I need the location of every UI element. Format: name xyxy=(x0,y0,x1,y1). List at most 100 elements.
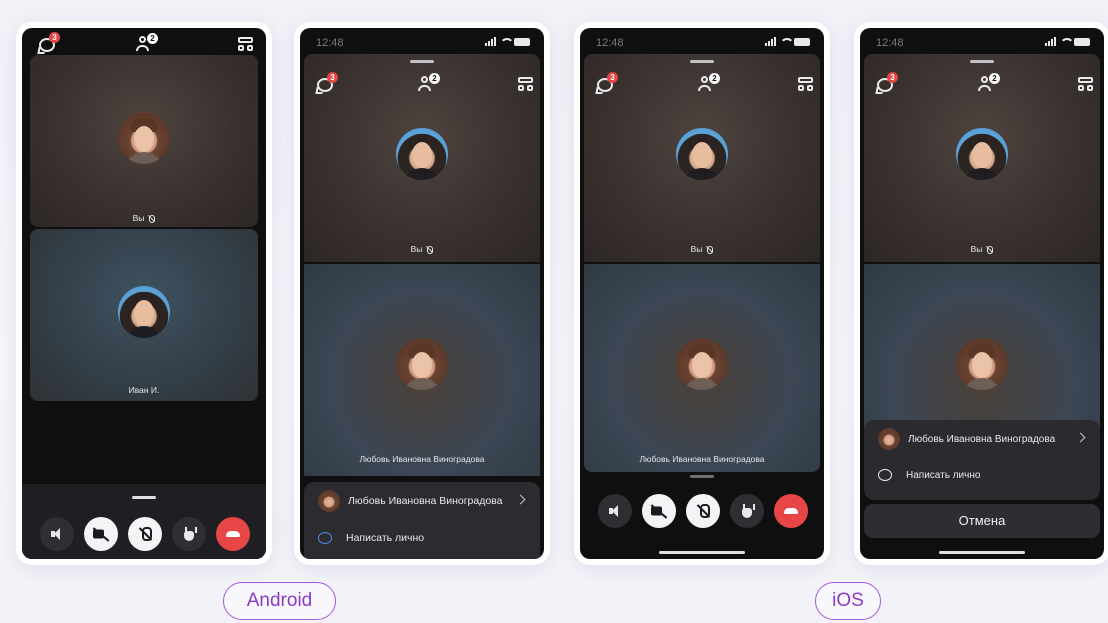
camera-off-icon xyxy=(93,529,109,540)
participants-button[interactable]: 2 xyxy=(977,73,1000,96)
mic-toggle-button[interactable] xyxy=(686,494,720,528)
avatar xyxy=(318,490,340,512)
speaker-icon xyxy=(609,505,621,517)
participant-video-tile[interactable]: Иван И. xyxy=(30,229,258,401)
chat-button[interactable]: 3 xyxy=(314,72,338,96)
drag-handle[interactable] xyxy=(690,475,714,478)
people-icon xyxy=(981,76,988,83)
participants-button[interactable]: 2 xyxy=(697,73,720,96)
mic-off-icon xyxy=(705,245,714,254)
call-top-bar: 3 2 xyxy=(584,72,820,106)
wifi-icon xyxy=(1060,37,1074,46)
status-time: 12:48 xyxy=(876,37,904,49)
chat-badge: 3 xyxy=(887,72,898,83)
avatar xyxy=(956,128,1008,180)
android-platform-label: Android xyxy=(223,582,336,620)
home-indicator[interactable] xyxy=(939,551,1025,554)
self-video-tile[interactable]: 3 2 Вы xyxy=(304,54,540,262)
self-video-tile[interactable]: 3 2 Вы xyxy=(584,54,820,262)
participant-name: Любовь Ивановна Виноградова xyxy=(348,495,503,507)
home-indicator[interactable] xyxy=(659,551,745,554)
android-phone-mockup-sheet: 12:48 3 2 Вы Любовь Ивановна Виноградова… xyxy=(294,22,550,565)
tile-name-label: Вы xyxy=(304,244,540,254)
raise-hand-button[interactable] xyxy=(172,517,206,551)
speaker-button[interactable] xyxy=(40,517,74,551)
participant-row[interactable]: Любовь Ивановна Виноградова xyxy=(318,486,526,516)
drag-handle[interactable] xyxy=(970,60,994,63)
controls-panel xyxy=(22,484,266,559)
camera-toggle-button[interactable] xyxy=(84,517,118,551)
chat-button[interactable]: 3 xyxy=(874,72,898,96)
camera-off-icon xyxy=(651,506,667,517)
layout-grid-button[interactable] xyxy=(516,74,538,96)
write-privately-label: Написать лично xyxy=(906,469,981,481)
cancel-button[interactable]: Отмена xyxy=(864,504,1100,538)
chat-button[interactable]: 3 xyxy=(594,72,618,96)
self-video-tile[interactable]: 3 2 Вы xyxy=(864,54,1100,262)
layout-grid-icon xyxy=(798,77,813,83)
mic-off-icon xyxy=(697,504,710,518)
tile-name-label: Вы xyxy=(864,244,1100,254)
mic-off-icon xyxy=(425,245,434,254)
message-icon xyxy=(878,469,892,481)
wifi-icon xyxy=(500,37,514,46)
battery-icon xyxy=(794,37,810,46)
participant-row[interactable]: Любовь Ивановна Виноградова xyxy=(878,424,1086,454)
people-icon xyxy=(701,76,708,83)
avatar xyxy=(676,338,728,390)
speaker-button[interactable] xyxy=(598,494,632,528)
participant-action-sheet: Любовь Ивановна Виноградова Написать лич… xyxy=(864,420,1100,500)
call-top-bar: 3 2 xyxy=(304,72,540,106)
raise-hand-button[interactable] xyxy=(730,494,764,528)
write-privately-action[interactable]: Написать лично xyxy=(318,523,526,553)
people-icon xyxy=(139,36,146,43)
battery-icon xyxy=(514,37,530,46)
tile-name-label: Вы xyxy=(30,213,258,223)
signal-icon xyxy=(765,37,776,46)
mic-off-icon xyxy=(985,245,994,254)
signal-icon xyxy=(485,37,496,46)
chat-badge: 3 xyxy=(49,32,60,43)
call-screen: 3 2 Вы Иван И. xyxy=(22,28,266,559)
tile-name-label: Вы xyxy=(584,244,820,254)
chevron-right-icon xyxy=(1075,432,1086,443)
drag-handle[interactable] xyxy=(132,496,156,499)
layout-grid-icon xyxy=(1078,77,1093,83)
hang-up-button[interactable] xyxy=(216,517,250,551)
drag-handle[interactable] xyxy=(690,60,714,63)
hand-icon xyxy=(183,527,197,541)
people-icon xyxy=(421,76,428,83)
layout-grid-button[interactable] xyxy=(1076,74,1098,96)
participants-button[interactable]: 2 xyxy=(135,33,158,56)
avatar xyxy=(676,128,728,180)
write-privately-label: Написать лично xyxy=(346,532,425,544)
chevron-right-icon xyxy=(515,494,526,505)
participants-badge: 2 xyxy=(429,73,440,84)
call-top-bar: 3 2 xyxy=(864,72,1100,106)
chat-button[interactable]: 3 xyxy=(36,32,60,56)
wifi-icon xyxy=(780,37,794,46)
participant-name: Любовь Ивановна Виноградова xyxy=(908,433,1056,445)
hang-up-icon xyxy=(784,508,798,514)
camera-toggle-button[interactable] xyxy=(642,494,676,528)
call-controls xyxy=(40,517,250,551)
participant-video-tile[interactable]: Любовь Ивановна Виноградова xyxy=(304,264,540,476)
mic-toggle-button[interactable] xyxy=(128,517,162,551)
call-screen: 12:48 3 2 xyxy=(580,28,824,559)
layout-grid-button[interactable] xyxy=(236,34,258,56)
mic-off-icon xyxy=(139,527,152,541)
battery-icon xyxy=(1074,37,1090,46)
avatar xyxy=(396,338,448,390)
participant-video-tile[interactable]: Любовь Ивановна Виноградова xyxy=(584,264,820,472)
participants-button[interactable]: 2 xyxy=(417,73,440,96)
layout-grid-button[interactable] xyxy=(796,74,818,96)
speaker-icon xyxy=(51,528,63,540)
write-privately-action[interactable]: Написать лично xyxy=(878,460,1086,490)
self-video-tile[interactable]: Вы xyxy=(30,55,258,227)
tile-name-label: Любовь Ивановна Виноградова xyxy=(359,454,485,464)
drag-handle[interactable] xyxy=(410,60,434,63)
hang-up-button[interactable] xyxy=(774,494,808,528)
avatar xyxy=(396,128,448,180)
ios-phone-mockup-sheet: 12:48 3 2 Вы Любовь Ивановна Виноградова… xyxy=(854,22,1108,565)
participants-badge: 2 xyxy=(989,73,1000,84)
